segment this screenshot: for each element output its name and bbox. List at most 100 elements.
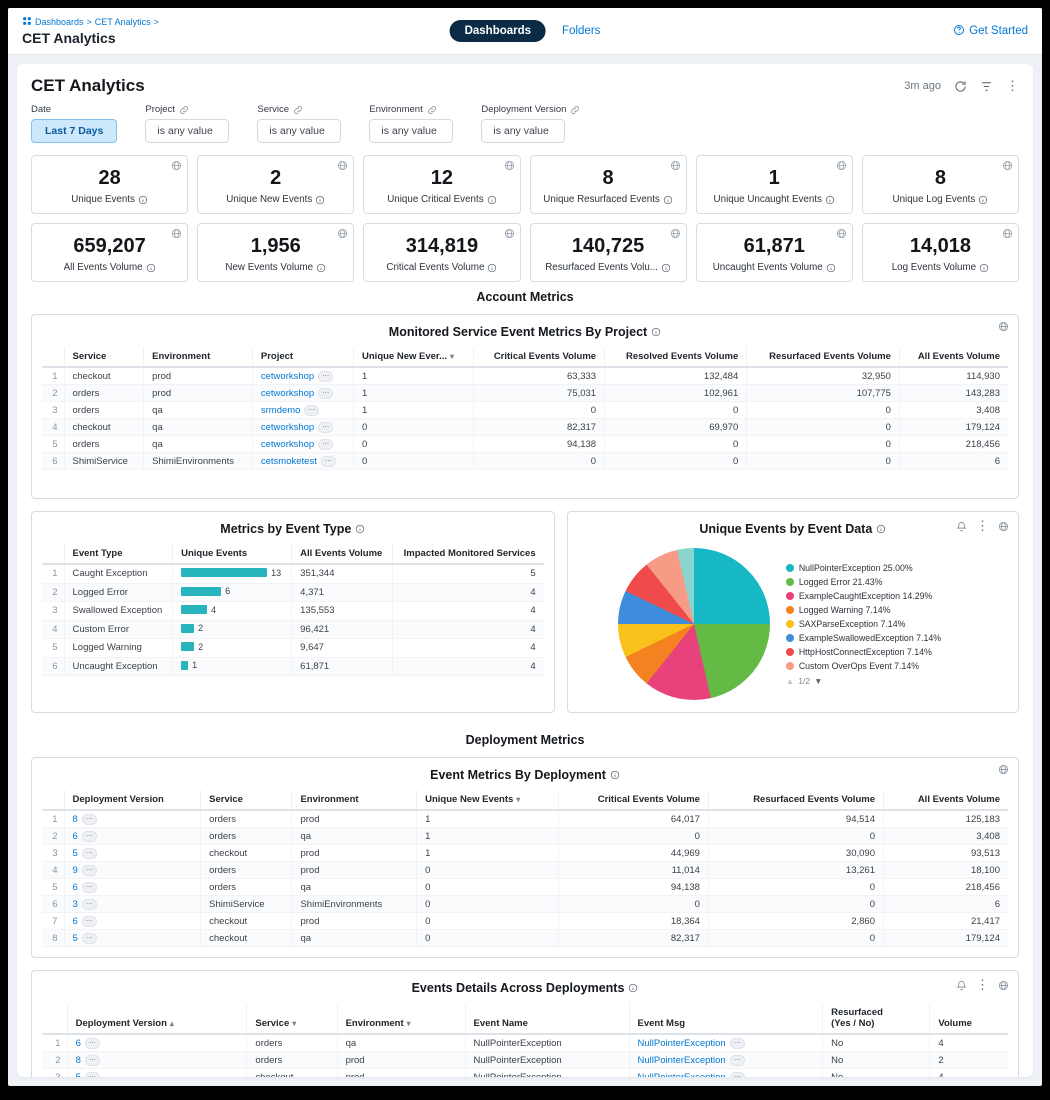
column-header[interactable]: Resurfaced Events Volume: [708, 790, 883, 810]
globe-icon[interactable]: [670, 228, 681, 239]
info-icon[interactable]: [628, 983, 638, 993]
breadcrumb-cet-analytics[interactable]: CET Analytics: [95, 17, 151, 27]
cell-link[interactable]: 8: [73, 814, 78, 825]
filter-value-dropdown[interactable]: is any value: [369, 119, 453, 143]
globe-icon[interactable]: [998, 321, 1009, 332]
legend-item[interactable]: SAXParseException 7.14%: [786, 619, 968, 630]
globe-icon[interactable]: [171, 228, 182, 239]
column-header[interactable]: Service▾: [247, 1003, 337, 1034]
cell-link[interactable]: 6: [73, 882, 78, 893]
drill-menu-badge[interactable]: ⋯: [85, 1072, 100, 1077]
info-icon[interactable]: [978, 195, 988, 205]
info-icon[interactable]: [651, 327, 661, 337]
legend-item[interactable]: ExampleSwallowedException 7.14%: [786, 633, 968, 644]
drill-menu-badge[interactable]: ⋯: [304, 405, 319, 416]
column-header[interactable]: Environment▾: [337, 1003, 465, 1034]
cell-link[interactable]: 6: [73, 916, 78, 927]
column-header[interactable]: Critical Events Volume: [473, 347, 604, 367]
column-header[interactable]: Unique Events: [173, 544, 292, 564]
info-icon[interactable]: [876, 524, 886, 534]
cell-link[interactable]: 8: [76, 1055, 81, 1066]
cell-link[interactable]: 3: [73, 899, 78, 910]
tab-dashboards[interactable]: Dashboards: [450, 20, 546, 42]
breadcrumb-dashboards[interactable]: Dashboards: [35, 17, 84, 27]
column-header[interactable]: Resolved Events Volume: [605, 347, 747, 367]
drill-menu-badge[interactable]: ⋯: [321, 456, 336, 467]
legend-next-icon[interactable]: ▼: [814, 676, 822, 686]
drill-menu-badge[interactable]: ⋯: [82, 916, 97, 927]
drill-menu-badge[interactable]: ⋯: [318, 371, 333, 382]
kebab-icon[interactable]: ⋮: [976, 518, 989, 534]
cell-link[interactable]: 6: [73, 831, 78, 842]
cell-link[interactable]: 5: [73, 848, 78, 859]
cell-link[interactable]: cetworkshop: [261, 388, 314, 399]
column-header[interactable]: Resurfaced Events Volume: [747, 347, 900, 367]
refresh-icon[interactable]: [954, 80, 967, 93]
filter-icon[interactable]: [980, 80, 993, 93]
column-header[interactable]: Deployment Version▴: [67, 1003, 247, 1034]
cell-link[interactable]: cetsmoketest: [261, 456, 317, 467]
drill-menu-badge[interactable]: ⋯: [318, 422, 333, 433]
cell-link[interactable]: cetworkshop: [261, 422, 314, 433]
cell-link[interactable]: NullPointerException: [638, 1055, 726, 1066]
info-icon[interactable]: [146, 263, 156, 273]
bell-icon[interactable]: [956, 980, 967, 991]
date-range-button[interactable]: Last 7 Days: [31, 119, 117, 143]
drill-menu-badge[interactable]: ⋯: [85, 1055, 100, 1066]
filter-value-dropdown[interactable]: is any value: [145, 119, 229, 143]
globe-icon[interactable]: [504, 160, 515, 171]
legend-prev-icon[interactable]: ▲: [786, 676, 794, 686]
info-icon[interactable]: [487, 195, 497, 205]
bell-icon[interactable]: [956, 521, 967, 532]
column-header[interactable]: Resurfaced(Yes / No): [823, 1003, 930, 1034]
globe-icon[interactable]: [337, 160, 348, 171]
drill-menu-badge[interactable]: ⋯: [85, 1038, 100, 1049]
drill-menu-badge[interactable]: ⋯: [82, 814, 97, 825]
globe-icon[interactable]: [1002, 160, 1013, 171]
info-icon[interactable]: [138, 195, 148, 205]
drill-menu-badge[interactable]: ⋯: [82, 831, 97, 842]
column-header[interactable]: Unique New Events▾: [417, 790, 558, 810]
kebab-icon[interactable]: ⋮: [976, 977, 989, 993]
drill-menu-badge[interactable]: ⋯: [730, 1072, 745, 1077]
unique-events-bar[interactable]: [181, 605, 207, 614]
column-header[interactable]: Service: [201, 790, 292, 810]
drill-menu-badge[interactable]: ⋯: [318, 439, 333, 450]
unique-events-bar[interactable]: [181, 642, 194, 651]
column-header[interactable]: Critical Events Volume: [558, 790, 708, 810]
column-header[interactable]: All Events Volume: [883, 790, 1008, 810]
drill-menu-badge[interactable]: ⋯: [82, 848, 97, 859]
cell-link[interactable]: 5: [76, 1072, 81, 1077]
legend-item[interactable]: NullPointerException 25.00%: [786, 563, 968, 574]
legend-item[interactable]: HttpHostConnectException 7.14%: [786, 647, 968, 658]
info-icon[interactable]: [487, 263, 497, 273]
globe-icon[interactable]: [171, 160, 182, 171]
column-header[interactable]: Environment: [292, 790, 417, 810]
globe-icon[interactable]: [998, 980, 1009, 991]
cell-link[interactable]: cetworkshop: [261, 371, 314, 382]
cell-link[interactable]: 5: [73, 933, 78, 944]
globe-icon[interactable]: [998, 764, 1009, 775]
cell-link[interactable]: srmdemo: [261, 405, 301, 416]
globe-icon[interactable]: [836, 160, 847, 171]
kebab-icon[interactable]: ⋮: [1006, 78, 1019, 94]
cell-link[interactable]: NullPointerException: [638, 1038, 726, 1049]
column-header[interactable]: Event Type: [64, 544, 173, 564]
info-icon[interactable]: [825, 195, 835, 205]
cell-link[interactable]: 6: [76, 1038, 81, 1049]
legend-item[interactable]: Custom OverOps Event 7.14%: [786, 661, 968, 672]
info-icon[interactable]: [610, 770, 620, 780]
unique-events-bar[interactable]: [181, 587, 221, 596]
drill-menu-badge[interactable]: ⋯: [82, 882, 97, 893]
drill-menu-badge[interactable]: ⋯: [730, 1055, 745, 1066]
legend-item[interactable]: ExampleCaughtException 14.29%: [786, 591, 968, 602]
filter-value-dropdown[interactable]: is any value: [481, 119, 565, 143]
column-header[interactable]: Event Msg: [629, 1003, 823, 1034]
drill-menu-badge[interactable]: ⋯: [82, 933, 97, 944]
filter-value-dropdown[interactable]: is any value: [257, 119, 341, 143]
info-icon[interactable]: [316, 263, 326, 273]
info-icon[interactable]: [663, 195, 673, 205]
globe-icon[interactable]: [337, 228, 348, 239]
unique-events-bar[interactable]: [181, 661, 188, 670]
cell-link[interactable]: NullPointerException: [638, 1072, 726, 1077]
